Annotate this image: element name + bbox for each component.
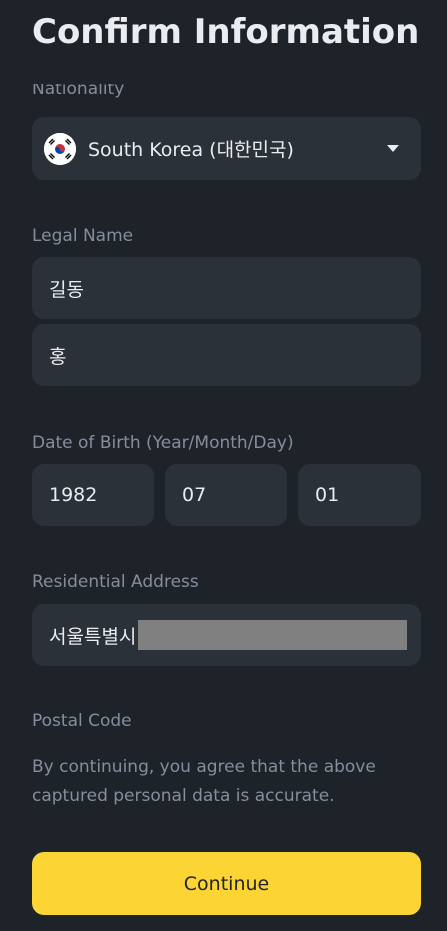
south-korea-flag-icon xyxy=(44,132,76,165)
birth-month-value: 07 xyxy=(182,484,207,506)
nationality-label-clip: Nationality xyxy=(32,84,412,104)
birth-month-field[interactable]: 07 xyxy=(165,464,287,526)
disclaimer-text: By continuing, you agree that the above … xyxy=(32,757,376,806)
postal-code-label: Postal Code xyxy=(32,711,132,731)
page-title: Confirm Information xyxy=(32,12,447,80)
residential-address-label: Residential Address xyxy=(32,572,199,592)
residential-address-value: 서울특별시 xyxy=(49,625,137,648)
caret-down-icon xyxy=(387,145,399,152)
last-name-value: 홍 xyxy=(49,345,67,368)
nationality-value: South Korea (대한민국) xyxy=(88,139,294,161)
date-of-birth-label: Date of Birth (Year/Month/Day) xyxy=(32,433,294,453)
nationality-label: Nationality xyxy=(32,84,125,99)
continue-button-label: Continue xyxy=(183,872,270,895)
first-name-value: 길동 xyxy=(49,278,84,301)
legal-name-label: Legal Name xyxy=(32,226,134,246)
birth-day-field[interactable]: 01 xyxy=(298,464,421,526)
first-name-field[interactable]: 길동 xyxy=(32,257,421,319)
birth-year-value: 1982 xyxy=(49,484,98,506)
nationality-select[interactable]: South Korea (대한민국) xyxy=(32,117,421,180)
birth-day-value: 01 xyxy=(315,484,340,506)
last-name-field[interactable]: 홍 xyxy=(32,324,421,386)
redacted-block xyxy=(138,620,408,650)
birth-year-field[interactable]: 1982 xyxy=(32,464,154,526)
continue-button[interactable]: Continue xyxy=(32,852,421,915)
residential-address-field[interactable]: 서울특별시 xyxy=(32,604,421,666)
